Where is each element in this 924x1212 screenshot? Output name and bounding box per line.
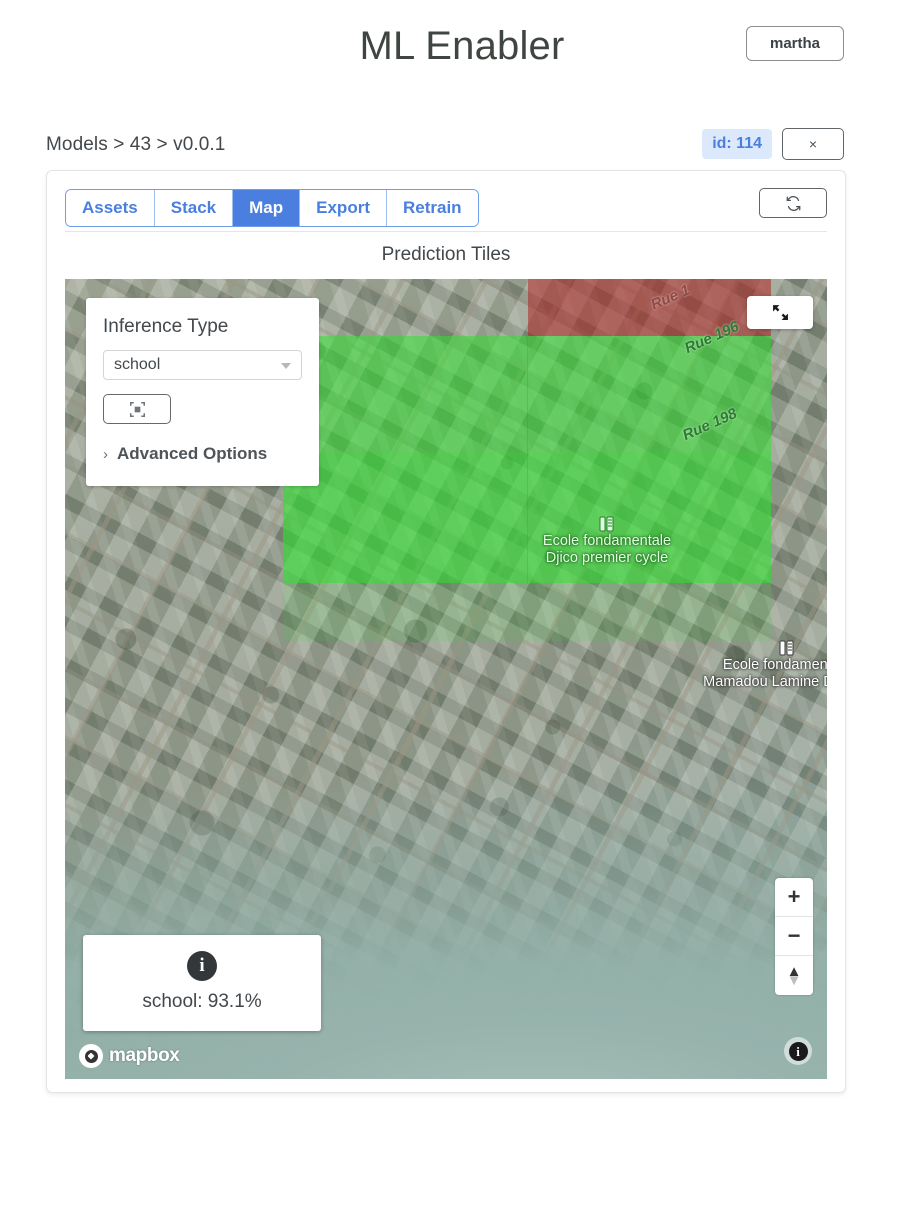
close-button[interactable]: × bbox=[782, 128, 844, 160]
tab-group: Assets Stack Map Export Retrain bbox=[65, 189, 479, 227]
user-menu-button[interactable]: martha bbox=[746, 26, 844, 61]
expand-icon bbox=[772, 304, 789, 321]
breadcrumb[interactable]: Models > 43 > v0.0.1 bbox=[46, 134, 225, 156]
mapbox-wordmark: mapbox bbox=[109, 1045, 180, 1066]
advanced-options-toggle[interactable]: › Advanced Options bbox=[103, 444, 302, 464]
prediction-popup: i school: 93.1% bbox=[83, 935, 321, 1031]
breadcrumb-row: Models > 43 > v0.0.1 id: 114 × bbox=[0, 128, 924, 170]
tab-map[interactable]: Map bbox=[233, 190, 301, 226]
refresh-button[interactable] bbox=[759, 188, 827, 218]
tab-export[interactable]: Export bbox=[300, 190, 387, 226]
mapbox-mark-icon bbox=[79, 1044, 103, 1068]
inference-panel: Inference Type school › Advanced Options bbox=[86, 298, 319, 486]
page-header: ML Enabler martha bbox=[0, 0, 924, 100]
inference-type-label: Inference Type bbox=[103, 316, 229, 337]
map-canvas[interactable]: Rue 1 Rue 196 Rue 198 Ecole fondamentale… bbox=[65, 279, 827, 1079]
breadcrumb-actions: id: 114 × bbox=[702, 128, 844, 160]
zoom-out-button[interactable]: − bbox=[775, 917, 813, 956]
tab-bar: Assets Stack Map Export Retrain bbox=[47, 171, 845, 227]
refresh-icon bbox=[786, 195, 801, 211]
fullscreen-button[interactable] bbox=[747, 296, 813, 329]
zoom-in-button[interactable]: + bbox=[775, 878, 813, 917]
inference-type-value: school bbox=[114, 356, 161, 373]
compass-icon: ▲ ▼ bbox=[786, 964, 802, 989]
main-card: Assets Stack Map Export Retrain Predicti… bbox=[46, 170, 846, 1093]
select-area-icon bbox=[129, 401, 145, 417]
status-badge-id: id: 114 bbox=[702, 129, 772, 159]
compass-down-arrow: ▼ bbox=[786, 971, 802, 989]
attribution-info-button[interactable]: i bbox=[784, 1037, 812, 1065]
chevron-right-icon: › bbox=[103, 445, 108, 463]
chevron-down-icon bbox=[281, 363, 291, 369]
select-area-button[interactable] bbox=[103, 394, 171, 424]
prediction-value: school: 93.1% bbox=[142, 991, 262, 1012]
advanced-options-label: Advanced Options bbox=[117, 444, 268, 463]
info-icon: i bbox=[187, 951, 217, 981]
info-icon: i bbox=[788, 1041, 808, 1061]
mapbox-logo[interactable]: mapbox bbox=[79, 1044, 180, 1068]
tab-retrain[interactable]: Retrain bbox=[386, 190, 478, 226]
inference-type-select[interactable]: school bbox=[103, 350, 302, 380]
compass-button[interactable]: ▲ ▼ bbox=[775, 956, 813, 995]
tab-assets[interactable]: Assets bbox=[66, 190, 155, 226]
page-title: Prediction Tiles bbox=[381, 244, 511, 265]
tab-stack[interactable]: Stack bbox=[154, 190, 234, 226]
map-zoom-controls: + − ▲ ▼ bbox=[775, 878, 813, 995]
